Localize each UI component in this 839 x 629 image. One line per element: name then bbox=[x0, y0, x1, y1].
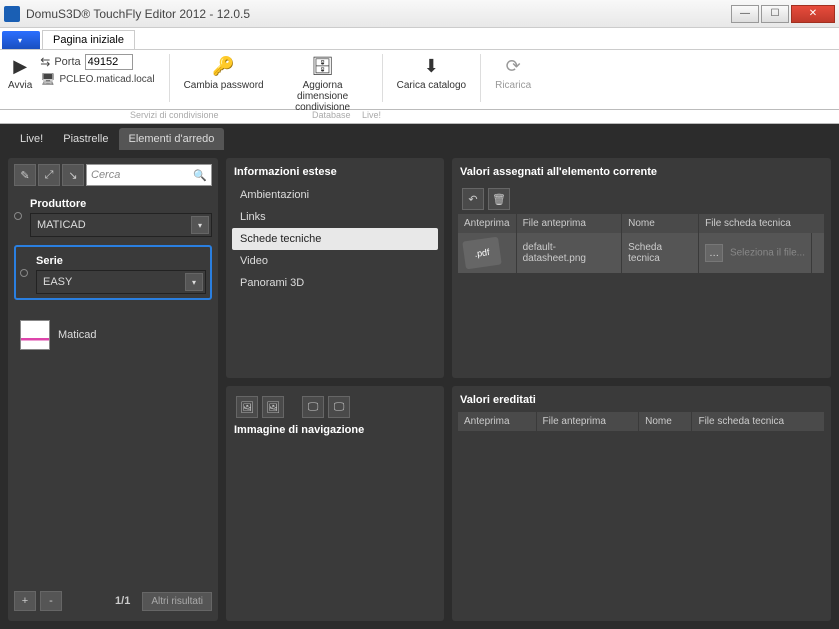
play-icon: ▶ bbox=[8, 54, 32, 78]
navimg-btn-4[interactable]: 🖵 bbox=[328, 396, 350, 418]
chevron-down-icon: ▾ bbox=[191, 216, 209, 234]
group-label-share: Servizi di condivisione bbox=[130, 110, 219, 120]
col-name: Nome bbox=[639, 412, 692, 431]
producer-label: Produttore bbox=[30, 198, 212, 210]
window-title: DomuS3D® TouchFly Editor 2012 - 12.0.5 bbox=[26, 7, 250, 21]
tool-btn-3[interactable]: ↘ bbox=[62, 164, 84, 186]
search-input[interactable]: Cerca 🔍 bbox=[86, 164, 212, 186]
ribbon-tab-home[interactable]: Pagina iniziale bbox=[42, 30, 135, 49]
info-item-datasheets[interactable]: Schede tecniche bbox=[232, 228, 438, 250]
category-tabs: Live! Piastrelle Elementi d'arredo bbox=[0, 124, 839, 150]
network-icon: ⇆ bbox=[40, 55, 50, 69]
result-thumbnail bbox=[20, 320, 50, 350]
browse-file-button[interactable]: … bbox=[705, 244, 723, 262]
extended-info-title: Informazioni estese bbox=[232, 164, 438, 184]
col-file-preview: File anteprima bbox=[536, 412, 639, 431]
col-file-datasheet: File scheda tecnica bbox=[699, 214, 825, 233]
tool-btn-1[interactable]: ✎ bbox=[14, 164, 36, 186]
group-label-live: Live! bbox=[362, 110, 381, 120]
reload-button[interactable]: ⟳ Ricarica bbox=[495, 54, 531, 91]
assigned-values-panel: Valori assegnati all'elemento corrente ↶… bbox=[452, 158, 831, 378]
tab-live[interactable]: Live! bbox=[10, 128, 53, 150]
chevron-down-icon: ▾ bbox=[185, 273, 203, 291]
maximize-button[interactable]: ☐ bbox=[761, 5, 789, 23]
tab-tiles[interactable]: Piastrelle bbox=[53, 128, 118, 150]
file-menu[interactable] bbox=[2, 31, 40, 49]
cell-file-preview: default-datasheet.png bbox=[516, 233, 622, 273]
app-icon bbox=[4, 6, 20, 22]
ribbon: ▶ Avvia ⇆ Porta 🖥 PCLEO.maticad.local 🔑 … bbox=[0, 50, 839, 110]
server-name: PCLEO.maticad.local bbox=[60, 74, 155, 85]
series-combo[interactable]: EASY ▾ bbox=[36, 270, 206, 294]
series-radio[interactable] bbox=[20, 269, 28, 277]
page-prev-button[interactable]: - bbox=[40, 591, 62, 611]
page-indicator: 1/1 bbox=[66, 595, 138, 607]
info-item-panorama[interactable]: Panorami 3D bbox=[232, 272, 438, 294]
change-password-button[interactable]: 🔑 Cambia password bbox=[184, 54, 264, 91]
inherited-table: Anteprima File anteprima Nome File sched… bbox=[458, 412, 825, 431]
ribbon-tab-strip: Pagina iniziale bbox=[0, 28, 839, 50]
cell-name: Scheda tecnica bbox=[622, 233, 699, 273]
database-icon: 🗄 bbox=[311, 54, 335, 78]
navimg-btn-1[interactable]: 🖼 bbox=[236, 396, 258, 418]
col-name: Nome bbox=[622, 214, 699, 233]
title-bar: DomuS3D® TouchFly Editor 2012 - 12.0.5 —… bbox=[0, 0, 839, 28]
file-placeholder: Seleziona il file... bbox=[730, 248, 805, 259]
port-input[interactable] bbox=[85, 54, 133, 70]
key-icon: 🔑 bbox=[212, 54, 236, 78]
col-file-preview: File anteprima bbox=[516, 214, 622, 233]
port-label: Porta bbox=[54, 56, 80, 68]
nav-image-title: Immagine di navigazione bbox=[232, 422, 438, 442]
minimize-button[interactable]: — bbox=[731, 5, 759, 23]
inherited-title: Valori ereditati bbox=[458, 392, 825, 412]
navimg-btn-2[interactable]: 🖼 bbox=[262, 396, 284, 418]
series-label: Serie bbox=[36, 255, 206, 267]
more-results-button[interactable]: Altri risultati bbox=[142, 592, 212, 611]
start-button[interactable]: ▶ Avvia bbox=[8, 54, 32, 91]
page-next-button[interactable]: + bbox=[14, 591, 36, 611]
search-icon: 🔍 bbox=[193, 169, 207, 182]
col-file-datasheet: File scheda tecnica bbox=[692, 412, 825, 431]
server-icon: 🖥 bbox=[40, 72, 55, 86]
group-label-db: Database bbox=[312, 110, 351, 120]
filter-panel: ✎ ⤢ ↘ Cerca 🔍 Produttore MATICAD ▾ bbox=[8, 158, 218, 621]
col-preview: Anteprima bbox=[458, 214, 516, 233]
result-label: Maticad bbox=[58, 329, 97, 341]
nav-image-panel: 🖼 🖼 🖵 🖵 Immagine di navigazione bbox=[226, 386, 444, 621]
producer-combo[interactable]: MATICAD ▾ bbox=[30, 213, 212, 237]
delete-button[interactable]: 🗑 bbox=[488, 188, 510, 210]
assigned-title: Valori assegnati all'elemento corrente bbox=[458, 164, 825, 184]
info-item-video[interactable]: Video bbox=[232, 250, 438, 272]
producer-radio[interactable] bbox=[14, 212, 22, 220]
pdf-icon: .pdf bbox=[462, 237, 502, 270]
refresh-icon: ⟳ bbox=[501, 54, 525, 78]
download-icon: ⬇ bbox=[419, 54, 443, 78]
info-item-links[interactable]: Links bbox=[232, 206, 438, 228]
col-preview: Anteprima bbox=[458, 412, 536, 431]
assigned-table: Anteprima File anteprima Nome File sched… bbox=[458, 214, 825, 273]
table-row[interactable]: .pdf default-datasheet.png Scheda tecnic… bbox=[458, 233, 825, 273]
navimg-btn-3[interactable]: 🖵 bbox=[302, 396, 324, 418]
tab-furniture[interactable]: Elementi d'arredo bbox=[119, 128, 225, 150]
undo-button[interactable]: ↶ bbox=[462, 188, 484, 210]
load-catalog-button[interactable]: ⬇ Carica catalogo bbox=[397, 54, 466, 91]
inherited-values-panel: Valori ereditati Anteprima File anteprim… bbox=[452, 386, 831, 621]
info-item-environments[interactable]: Ambientazioni bbox=[232, 184, 438, 206]
extended-info-panel: Informazioni estese Ambientazioni Links … bbox=[226, 158, 444, 378]
close-button[interactable]: ✕ bbox=[791, 5, 835, 23]
result-item[interactable]: Maticad bbox=[14, 314, 212, 356]
tool-btn-2[interactable]: ⤢ bbox=[38, 164, 60, 186]
update-share-button[interactable]: 🗄 Aggiorna dimensione condivisione bbox=[278, 54, 368, 113]
